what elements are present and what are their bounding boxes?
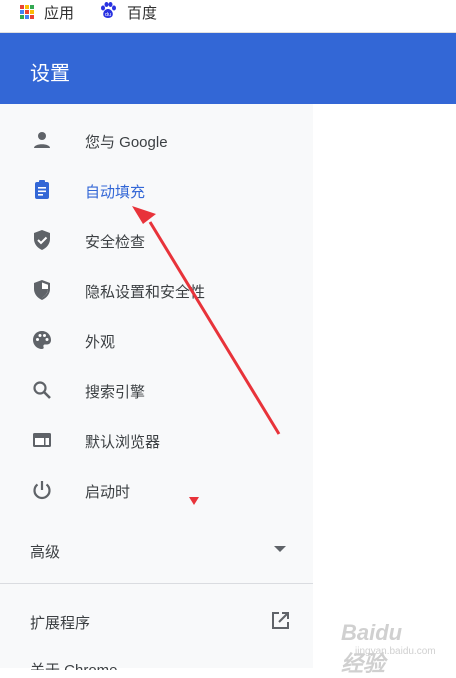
sidebar-item-appearance[interactable]: 外观 xyxy=(0,320,313,360)
sidebar-item-label: 自动填充 xyxy=(85,184,146,201)
bookmark-label: 百度 xyxy=(127,4,158,22)
sidebar-item-default-browser[interactable]: 默认浏览器 xyxy=(0,420,313,460)
svg-text:du: du xyxy=(105,12,111,18)
chevron-down-icon xyxy=(274,546,286,552)
sidebar-item-search-engine[interactable]: 搜索引擎 xyxy=(0,370,313,410)
sidebar-item-label: 隐私设置和安全性 xyxy=(85,284,206,301)
apps-grid-icon xyxy=(20,5,34,19)
bookmark-label: 应用 xyxy=(44,4,75,22)
sidebar-item-autofill[interactable]: 自动填充 xyxy=(0,170,313,210)
sidebar-item-label: 启动时 xyxy=(85,484,131,501)
shield-check-icon xyxy=(30,228,54,252)
about-label: 关于 Chrome xyxy=(30,659,118,670)
advanced-toggle[interactable]: 高级 xyxy=(0,530,313,570)
page-title: 设置 xyxy=(30,63,70,85)
bookmark-baidu[interactable]: du 百度 xyxy=(99,1,158,24)
clipboard-icon xyxy=(30,178,54,202)
sidebar-item-safety-check[interactable]: 安全检查 xyxy=(0,220,313,260)
sidebar-item-label: 默认浏览器 xyxy=(85,434,161,451)
settings-header: 设置 xyxy=(0,33,456,104)
sidebar-divider xyxy=(0,583,313,584)
power-icon xyxy=(30,478,54,502)
sidebar-item-label: 外观 xyxy=(85,334,116,351)
bookmarks-bar: 应用 du 百度 xyxy=(0,0,456,33)
extensions-label: 扩展程序 xyxy=(30,615,91,632)
advanced-label: 高级 xyxy=(30,544,61,561)
person-icon xyxy=(30,128,54,152)
sidebar-item-privacy-security[interactable]: 隐私设置和安全性 xyxy=(0,270,313,310)
sidebar-item-on-startup[interactable]: 启动时 xyxy=(0,470,313,510)
sidebar-item-you-and-google[interactable]: 您与 Google xyxy=(0,120,313,160)
browser-icon xyxy=(30,428,54,452)
watermark-url: jingyan.baidu.com xyxy=(355,646,436,657)
content-pane xyxy=(313,104,456,668)
settings-sidebar: 您与 Google 自动填充 安全检查 隐私设置和安全性 外观 搜索引擎 默认浏… xyxy=(0,104,313,670)
shield-icon xyxy=(30,278,54,302)
palette-icon xyxy=(30,328,54,352)
sidebar-item-label: 您与 Google xyxy=(85,134,168,151)
sidebar-item-label: 搜索引擎 xyxy=(85,384,146,401)
search-icon xyxy=(30,378,54,402)
bookmark-apps[interactable]: 应用 xyxy=(20,2,74,22)
sidebar-item-extensions[interactable]: 扩展程序 xyxy=(0,601,313,641)
open-in-new-icon xyxy=(268,609,292,633)
baidu-paw-icon: du xyxy=(99,1,117,24)
sidebar-item-label: 安全检查 xyxy=(85,234,146,251)
